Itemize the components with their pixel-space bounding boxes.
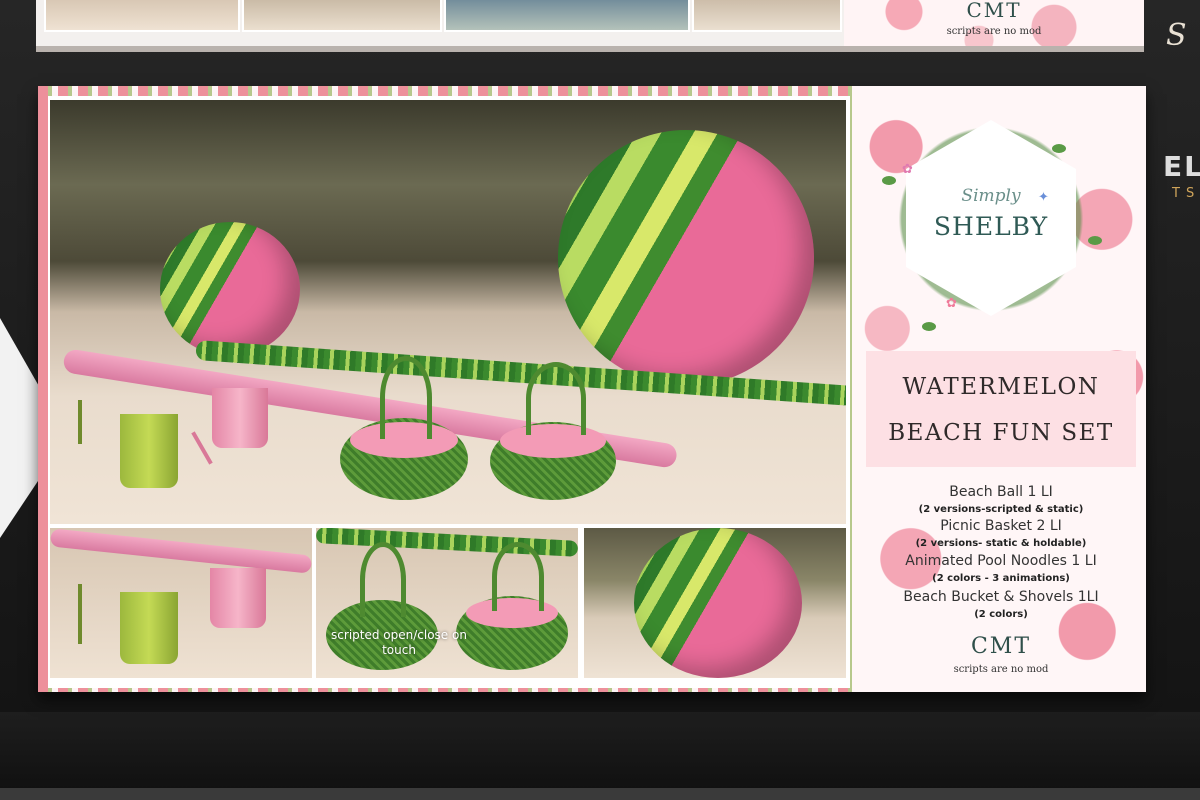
- green-shovel: [78, 400, 82, 444]
- flower-icon: ✿: [946, 296, 957, 311]
- buckets-detail-photo: [50, 528, 312, 678]
- leaf-icon: [1088, 236, 1102, 245]
- product-info-panel: ✿ ✦ ✿ Simply SHELBY WATERMELON BEACH FUN…: [852, 86, 1146, 692]
- top-cmt-note: scripts are no mod: [946, 26, 1042, 37]
- brand-script: Simply: [961, 186, 1021, 206]
- title-box: [866, 351, 1136, 467]
- top-thumb-chair: [692, 0, 842, 32]
- leaf-icon: [882, 176, 896, 185]
- detail-green-noodle: [316, 528, 578, 557]
- gallery-floor: [0, 712, 1200, 800]
- top-thumb-umbrella: [444, 0, 690, 32]
- main-product-photo: [50, 100, 846, 524]
- item-bucket-shovels: Beach Bucket & Shovels 1LI: [903, 589, 1099, 605]
- brand-name: SHELBY: [933, 212, 1049, 241]
- right-text-fragment: EL: [1163, 150, 1200, 183]
- top-thumb-chairs: [44, 0, 240, 32]
- baskets-detail-photo: scripted open/close on touch: [316, 528, 578, 678]
- scripted-caption: scripted open/close on touch: [331, 628, 467, 657]
- green-bucket: [120, 414, 178, 488]
- detail-green-bucket: [120, 592, 178, 664]
- floor-trim: [0, 788, 1200, 800]
- product-title-line2: BEACH FUN SET: [888, 420, 1114, 446]
- top-poster-board[interactable]: CMT scripts are no mod: [36, 0, 1144, 52]
- top-cmt: CMT: [966, 0, 1022, 22]
- item-beach-ball: Beach Ball 1 LI: [949, 484, 1053, 500]
- basket-right-handle: [526, 362, 586, 435]
- cmt-note: scripts are no mod: [953, 664, 1049, 675]
- item-picnic-basket-note: (2 versions- static & holdable): [915, 538, 1087, 549]
- right-subtext-fragment: TS: [1172, 186, 1200, 201]
- ball-detail-photo: [584, 528, 846, 678]
- detail-beach-ball: [634, 528, 802, 678]
- detail-green-shovel: [78, 584, 82, 644]
- detail-pink-noodle: [50, 528, 312, 574]
- leaf-icon: [922, 322, 936, 331]
- basket-left-handle: [380, 356, 432, 439]
- item-pool-noodles-note: (2 colors - 3 animations): [932, 573, 1070, 584]
- top-thumb-loungers: [242, 0, 442, 32]
- butterfly-icon: ✿: [902, 162, 913, 177]
- right-logo-fragment: S: [1166, 18, 1187, 53]
- item-beach-ball-note: (2 versions-scripted & static): [918, 504, 1084, 515]
- large-beach-ball: [558, 130, 814, 386]
- detail-pink-bucket: [210, 568, 266, 628]
- item-bucket-shovels-note: (2 colors): [974, 609, 1028, 620]
- main-poster-board[interactable]: scripted open/close on touch ✿ ✦ ✿ Simpl…: [38, 86, 1146, 692]
- detail-basket-right-handle: [492, 542, 544, 611]
- detail-basket-left-handle: [360, 542, 406, 617]
- top-info-panel: CMT scripts are no mod: [844, 0, 1144, 46]
- small-beach-ball: [160, 222, 300, 356]
- pink-bucket: [212, 388, 268, 448]
- product-title-line1: WATERMELON: [902, 374, 1100, 400]
- leaf-icon: [1052, 144, 1066, 153]
- item-picnic-basket: Picnic Basket 2 LI: [940, 518, 1062, 534]
- item-pool-noodles: Animated Pool Noodles 1 LI: [905, 553, 1097, 569]
- pink-shovel: [191, 431, 213, 465]
- cmt-label: CMT: [970, 634, 1032, 659]
